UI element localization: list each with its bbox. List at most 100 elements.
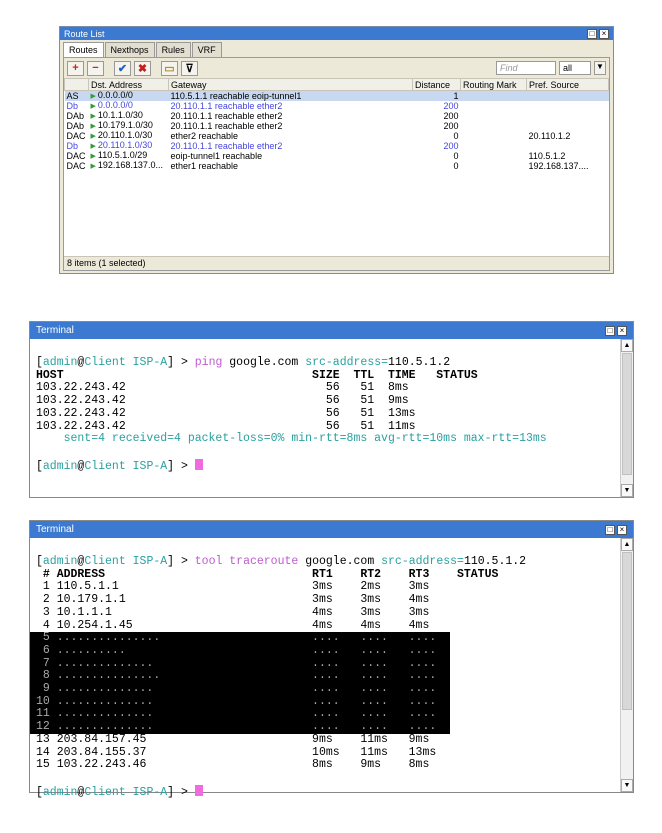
comment-button[interactable]: ▭ [161, 60, 178, 76]
cell-gateway: 20.110.1.1 reachable ether2 [170, 140, 283, 151]
cell-gateway: 110.5.1.1 reachable eoip-tunnel1 [168, 90, 413, 101]
disable-button[interactable]: ✖ [134, 60, 151, 76]
tab-routes[interactable]: Routes [63, 42, 104, 57]
table-row[interactable]: Db ▶ 0.0.0.0/0 20.110.1.1 reachable ether2 2… [65, 101, 609, 111]
cell-flags: DAb [66, 120, 85, 131]
cell-pref [526, 90, 609, 101]
close-icon[interactable]: × [599, 28, 609, 39]
scroll-down-icon[interactable]: ▼ [621, 779, 633, 792]
find-input[interactable]: Find [496, 61, 556, 75]
route-flag-icon: ▶ [90, 113, 96, 120]
table-row[interactable]: DAC ▶ 192.168.137.0... ether1 reachable 0 192… [65, 161, 609, 171]
maximize-icon[interactable]: □ [605, 325, 615, 336]
cell-gateway: ether2 reachable [170, 130, 239, 141]
cell-distance: 200 [443, 110, 459, 121]
routes-table: Dst. Address Gateway Distance Routing Ma… [64, 78, 609, 171]
prompt: [admin@Client ISP-A] > [36, 459, 195, 473]
scroll-thumb[interactable] [622, 552, 632, 710]
cell-distance: 1 [412, 90, 461, 101]
terminal-titlebar[interactable]: Terminal □ × [30, 521, 633, 538]
cell-gateway: 20.110.1.1 reachable ether2 [170, 110, 283, 121]
prompt: [admin@Client ISP-A] > [36, 555, 195, 568]
cell-pref [527, 141, 609, 151]
scrollbar[interactable]: ▲ ▼ [620, 538, 633, 792]
tab-nexthops[interactable]: Nexthops [104, 42, 155, 57]
route-flag-icon: ▶ [90, 153, 96, 160]
col-pref-source[interactable]: Pref. Source [526, 78, 609, 91]
cell-flags: DAb [66, 110, 85, 121]
hop-line: 15 103.22.243.46 8ms 9ms 8ms [36, 758, 430, 772]
cursor [194, 458, 203, 470]
scrollbar[interactable]: ▲ ▼ [620, 339, 633, 497]
command: ping [194, 356, 223, 369]
cell-mark [461, 131, 527, 141]
ping-line: 103.22.243.42 56 51 9ms [36, 394, 409, 408]
route-list-toolbar: + − ✔ ✖ ▭ ⊽ Find all ▼ [64, 58, 609, 78]
terminal-output[interactable]: [admin@Client ISP-A] > tool traceroute g… [30, 538, 633, 799]
cell-pref: 110.5.1.2 [528, 150, 566, 161]
cell-flags: Db [66, 100, 79, 111]
cell-flags: AS [64, 90, 89, 101]
close-icon[interactable]: × [617, 524, 627, 535]
ping-summary: sent=4 received=4 packet-loss=0% min-rtt… [36, 432, 547, 446]
close-icon[interactable]: × [617, 325, 627, 336]
hop-line: 14 203.84.155.37 10ms 11ms 13ms [36, 745, 437, 759]
terminal-title: Terminal [36, 325, 74, 336]
terminal-traceroute-window: Terminal □ × [admin@Client ISP-A] > tool… [29, 520, 634, 799]
cell-mark [461, 151, 527, 161]
ping-line: 103.22.243.42 56 51 8ms [36, 381, 409, 395]
scroll-up-icon[interactable]: ▲ [621, 538, 633, 551]
prompt: [admin@Client ISP-A] > [36, 785, 195, 799]
table-header: Dst. Address Gateway Distance Routing Ma… [64, 78, 609, 91]
scroll-thumb[interactable] [622, 353, 632, 475]
route-flag-icon: ▶ [90, 133, 96, 140]
cell-mark [460, 90, 527, 101]
filter-select[interactable]: all [559, 61, 591, 75]
col-routing-mark[interactable]: Routing Mark [460, 78, 527, 91]
cell-distance: 0 [453, 150, 459, 161]
table-row[interactable]: AS ▶ 0.0.0.0/0 110.5.1.1 reachable eoip-tun… [64, 90, 609, 101]
cell-pref [527, 101, 609, 111]
tab-rules[interactable]: Rules [155, 42, 191, 57]
scroll-up-icon[interactable]: ▲ [621, 339, 633, 352]
route-flag-icon: ▶ [90, 143, 96, 150]
cell-flags: DAC [66, 160, 86, 171]
col-dst-address[interactable]: Dst. Address [88, 78, 169, 91]
add-button[interactable]: + [67, 60, 84, 76]
col-gateway[interactable]: Gateway [168, 78, 413, 91]
hop-line: 2 10.179.1.1 3ms 3ms 4ms [36, 593, 430, 607]
maximize-icon[interactable]: □ [605, 524, 615, 535]
terminal-titlebar[interactable]: Terminal □ × [30, 322, 633, 339]
ping-line: 103.22.243.42 56 51 13ms [36, 406, 416, 420]
route-list-window: Route List □ × Routes Nexthops Rules VRF… [59, 26, 614, 274]
prompt: [admin@Client ISP-A] > [36, 356, 195, 369]
ping-line: 103.22.243.42 56 51 11ms [36, 419, 416, 433]
enable-button[interactable]: ✔ [114, 60, 131, 76]
route-list-titlebar[interactable]: Route List □ × [60, 27, 613, 40]
hop-line: 3 10.1.1.1 4ms 3ms 3ms [36, 605, 430, 619]
cell-pref: 20.110.1.2 [528, 130, 571, 141]
cell-gateway: ether1 reachable [170, 160, 239, 171]
status-bar: 8 items (1 selected) [64, 256, 609, 270]
redacted-hops: 5 ............... .... .... .... 6 .....… [30, 631, 450, 734]
route-list-title: Route List [64, 28, 105, 39]
terminal-output[interactable]: [admin@Client ISP-A] > ping google.com s… [30, 339, 633, 473]
cell-distance: 200 [443, 100, 459, 111]
tab-vrf[interactable]: VRF [191, 42, 222, 57]
cell-mark [461, 141, 527, 151]
col-distance[interactable]: Distance [412, 78, 461, 91]
hop-line: 4 10.254.1.45 4ms 4ms 4ms [36, 618, 430, 632]
chevron-down-icon[interactable]: ▼ [594, 61, 606, 75]
terminal-title: Terminal [36, 524, 74, 535]
filter-icon[interactable]: ⊽ [181, 60, 198, 76]
cell-pref [527, 121, 609, 131]
scroll-down-icon[interactable]: ▼ [621, 484, 633, 497]
cell-distance: 200 [443, 120, 459, 131]
cell-flags: DAC [66, 150, 86, 161]
cell-mark [461, 121, 527, 131]
maximize-icon[interactable]: □ [587, 28, 597, 39]
cell-gateway: 20.110.1.1 reachable ether2 [170, 100, 283, 111]
remove-button[interactable]: − [87, 60, 104, 76]
col-flags[interactable] [64, 78, 89, 91]
cell-pref: 192.168.137.... [528, 160, 589, 171]
